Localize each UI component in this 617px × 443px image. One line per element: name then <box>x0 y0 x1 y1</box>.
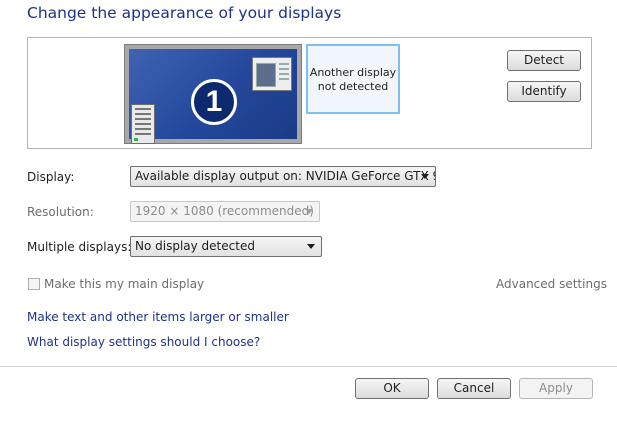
monitor-2-thumbnail[interactable]: Another display not detected <box>306 44 400 114</box>
ok-button[interactable]: OK <box>355 378 429 399</box>
display-select-value: Available display output on: NVIDIA GeFo… <box>135 169 436 183</box>
mini-window-icon <box>252 57 292 91</box>
monitor-number-badge: 1 <box>191 79 237 125</box>
resolution-select: 1920 × 1080 (recommended) <box>130 201 320 222</box>
resolution-select-value: 1920 × 1080 (recommended) <box>135 204 314 218</box>
main-display-checkbox <box>28 278 40 290</box>
display-preview-area: 1 Another display not detected Detect Id… <box>27 37 592 149</box>
page-title: Change the appearance of your displays <box>27 4 342 22</box>
mini-gadget-icon <box>131 104 155 144</box>
chevron-down-icon <box>307 244 315 249</box>
advanced-settings-link[interactable]: Advanced settings <box>496 277 607 291</box>
chevron-down-icon <box>305 209 313 214</box>
multiple-displays-select[interactable]: No display detected <box>130 236 322 257</box>
display-settings-help-link[interactable]: What display settings should I choose? <box>27 335 260 349</box>
display-select[interactable]: Available display output on: NVIDIA GeFo… <box>130 166 436 187</box>
multiple-displays-label: Multiple displays: <box>27 240 132 254</box>
monitor-2-status-text: Another display not detected <box>309 66 397 93</box>
monitor-1-thumbnail[interactable]: 1 <box>124 44 302 144</box>
main-display-label: Make this my main display <box>44 277 205 291</box>
detect-button[interactable]: Detect <box>507 50 581 71</box>
identify-button[interactable]: Identify <box>507 81 581 102</box>
multiple-displays-select-value: No display detected <box>135 239 255 253</box>
resolution-label: Resolution: <box>27 205 94 219</box>
apply-button: Apply <box>519 378 593 399</box>
footer-divider <box>0 366 617 367</box>
display-label: Display: <box>27 170 75 184</box>
text-size-link[interactable]: Make text and other items larger or smal… <box>27 310 289 324</box>
monitor-1-desktop: 1 <box>129 49 297 144</box>
chevron-down-icon <box>421 174 429 179</box>
display-settings-window: { "title": "Change the appearance of you… <box>0 0 617 443</box>
cancel-button[interactable]: Cancel <box>437 378 511 399</box>
